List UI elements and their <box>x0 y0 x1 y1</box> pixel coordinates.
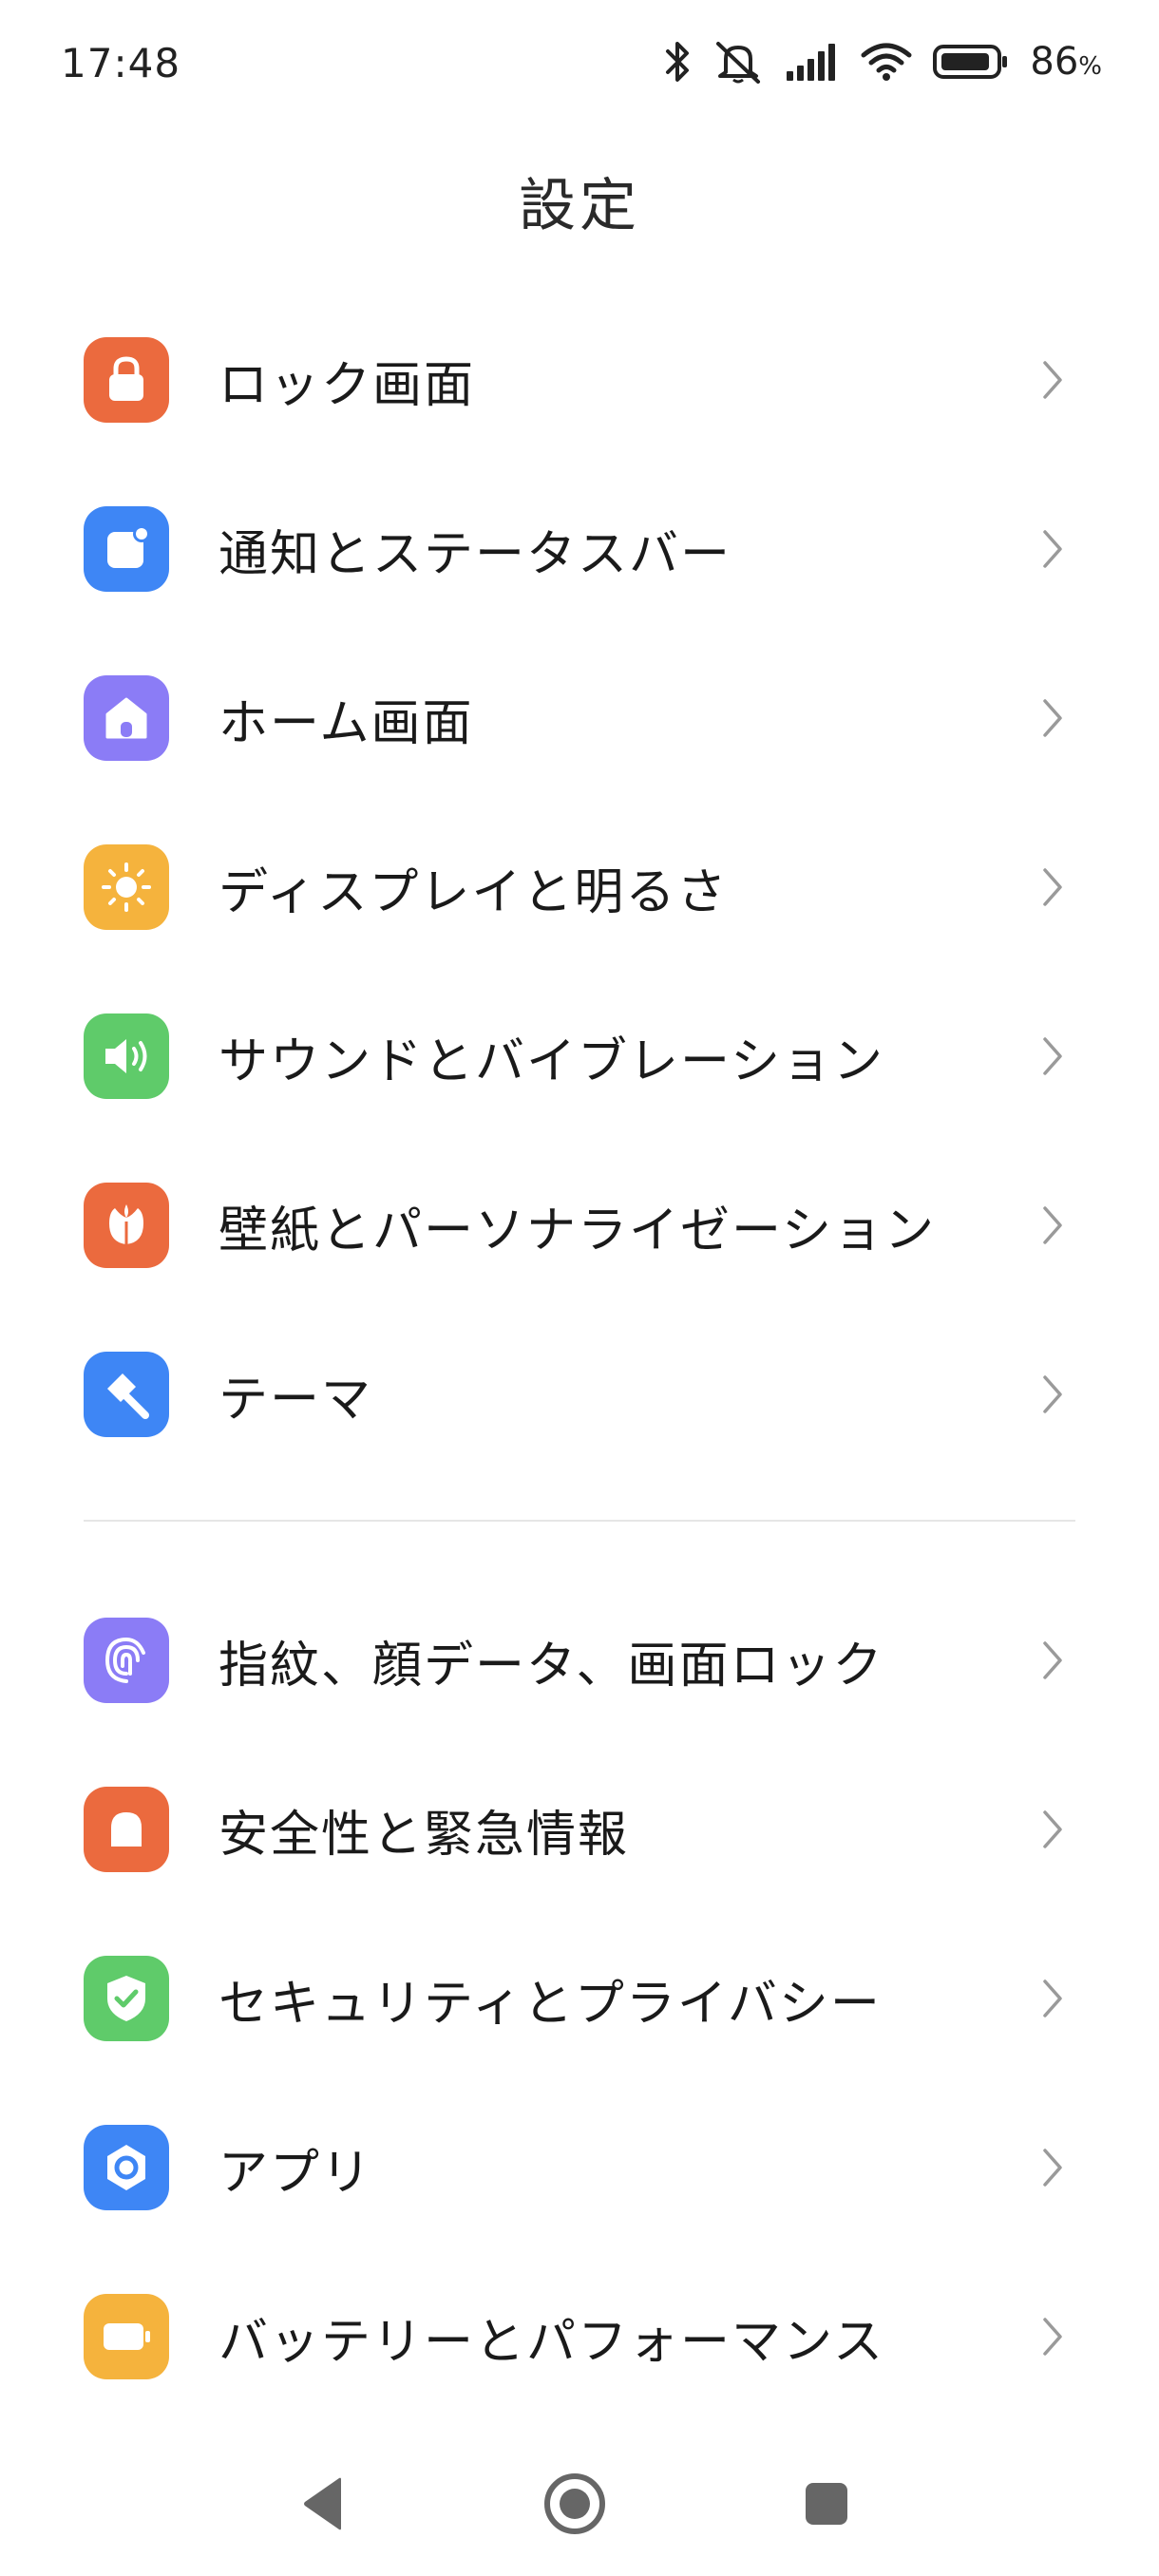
settings-item-sound[interactable]: サウンドとバイブレーション <box>0 985 1159 1127</box>
settings-item-label: ロック画面 <box>218 356 476 414</box>
home-icon <box>84 675 169 761</box>
chevron-right-icon <box>1034 1028 1072 1085</box>
paint-brush-icon <box>84 1352 169 1437</box>
settings-item-label: セキュリティとプライバシー <box>218 1975 882 2033</box>
flower-icon <box>84 1183 169 1268</box>
settings-item-security[interactable]: セキュリティとプライバシー <box>0 1927 1159 2070</box>
settings-item-label: ディスプレイと明るさ <box>218 863 729 921</box>
shield-check-icon <box>84 1956 169 2041</box>
settings-screen: 17:48 86% 設定 ロック画面 通知とステータスバー ホーム画面 ディスプ… <box>0 0 1159 2576</box>
chevron-right-icon <box>1034 351 1072 408</box>
lock-icon <box>84 337 169 423</box>
settings-item-label: 通知とステータスバー <box>218 525 732 583</box>
chevron-right-icon <box>1034 521 1072 578</box>
settings-item-label: ホーム画面 <box>218 694 474 752</box>
page-title: 設定 <box>519 173 640 239</box>
status-icons: 86% <box>663 36 1102 87</box>
settings-item-label: バッテリーとパフォーマンス <box>218 2313 884 2371</box>
chevron-right-icon <box>1034 1632 1072 1689</box>
settings-item-home-screen[interactable]: ホーム画面 <box>0 647 1159 789</box>
wifi-icon <box>861 42 912 82</box>
emergency-light-icon <box>84 1787 169 1872</box>
settings-item-wallpaper[interactable]: 壁紙とパーソナライゼーション <box>0 1154 1159 1297</box>
chevron-right-icon <box>1034 690 1072 747</box>
bluetooth-icon <box>663 40 692 84</box>
settings-item-themes[interactable]: テーマ <box>0 1323 1159 1466</box>
status-time: 17:48 <box>61 40 181 86</box>
settings-item-label: アプリ <box>218 2144 373 2202</box>
status-bar: 17:48 86% <box>0 0 1159 133</box>
chevron-right-icon <box>1034 859 1072 916</box>
settings-item-display[interactable]: ディスプレイと明るさ <box>0 816 1159 958</box>
back-icon[interactable] <box>266 2432 380 2576</box>
home-circle-icon[interactable] <box>518 2432 632 2576</box>
settings-item-safety[interactable]: 安全性と緊急情報 <box>0 1758 1159 1901</box>
app-hexagon-icon <box>84 2125 169 2210</box>
muted-bell-icon <box>712 40 764 84</box>
recents-icon[interactable] <box>770 2432 884 2576</box>
settings-item-label: 指紋、顔データ、画面ロック <box>218 1637 884 1695</box>
battery-icon <box>84 2294 169 2379</box>
signal-icon <box>785 43 840 81</box>
settings-item-fingerprint[interactable]: 指紋、顔データ、画面ロック <box>0 1589 1159 1732</box>
settings-item-label: テーマ <box>218 1371 373 1429</box>
settings-item-apps[interactable]: アプリ <box>0 2096 1159 2239</box>
settings-item-label: サウンドとバイブレーション <box>218 1032 884 1090</box>
battery-icon <box>933 43 1009 81</box>
section-divider <box>84 1520 1075 1522</box>
settings-item-label: 安全性と緊急情報 <box>218 1806 630 1864</box>
chevron-right-icon <box>1034 1197 1072 1254</box>
chevron-right-icon <box>1034 2139 1072 2196</box>
chevron-right-icon <box>1034 1366 1072 1423</box>
settings-item-lock-screen[interactable]: ロック画面 <box>0 309 1159 451</box>
battery-percent-value: 86 <box>1030 40 1079 84</box>
notification-icon <box>84 506 169 592</box>
settings-item-battery[interactable]: バッテリーとパフォーマンス <box>0 2265 1159 2408</box>
chevron-right-icon <box>1034 1970 1072 2027</box>
fingerprint-icon <box>84 1618 169 1703</box>
navigation-bar <box>0 2432 1159 2576</box>
battery-percent-sign: % <box>1078 52 1102 81</box>
battery-percent: 86% <box>1030 40 1102 84</box>
speaker-icon <box>84 1013 169 1099</box>
sun-icon <box>84 844 169 930</box>
chevron-right-icon <box>1034 2308 1072 2365</box>
settings-item-label: 壁紙とパーソナライゼーション <box>218 1202 936 1260</box>
chevron-right-icon <box>1034 1801 1072 1858</box>
settings-item-notifications[interactable]: 通知とステータスバー <box>0 478 1159 620</box>
